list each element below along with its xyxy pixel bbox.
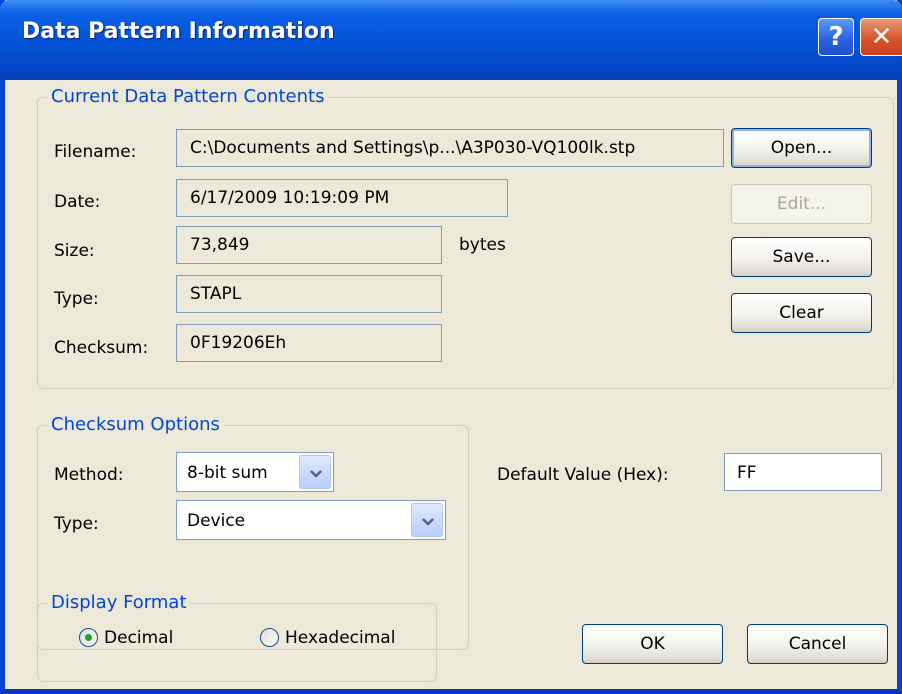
checksum-type-select[interactable]: Device xyxy=(176,500,446,540)
method-select[interactable]: 8-bit sum xyxy=(176,452,334,492)
dialog-window: Data Pattern Information ? ✕ Current Dat… xyxy=(0,0,902,694)
open-button[interactable]: Open... xyxy=(731,128,872,168)
size-label: Size: xyxy=(54,241,95,261)
checksum-options-legend: Checksum Options xyxy=(47,413,224,437)
type-label: Type: xyxy=(54,289,99,309)
decimal-radio-label[interactable]: Decimal xyxy=(104,628,173,648)
filename-field: C:\Documents and Settings\p...\A3P030-VQ… xyxy=(176,129,724,167)
method-dropdown-button[interactable] xyxy=(299,455,331,489)
checksum-field: 0F19206Eh xyxy=(176,324,442,362)
hexadecimal-radio[interactable] xyxy=(260,628,279,647)
method-value: 8-bit sum xyxy=(187,463,268,483)
checksum-label: Checksum: xyxy=(54,338,149,358)
radio-selected-dot xyxy=(85,634,92,641)
chevron-down-icon xyxy=(422,518,434,526)
edit-button[interactable]: Edit... xyxy=(731,184,872,224)
cancel-button[interactable]: Cancel xyxy=(747,624,888,664)
checksum-type-dropdown-button[interactable] xyxy=(411,503,443,537)
date-label: Date: xyxy=(54,192,101,212)
checksum-type-label: Type: xyxy=(54,514,99,534)
help-button[interactable]: ? xyxy=(818,18,854,56)
size-unit-label: bytes xyxy=(459,235,506,255)
size-field: 73,849 xyxy=(176,226,442,264)
chevron-down-icon xyxy=(310,470,322,478)
title-bar[interactable]: Data Pattern Information ? ✕ xyxy=(0,0,902,80)
default-value-input[interactable]: FF xyxy=(724,453,882,491)
save-button[interactable]: Save... xyxy=(731,237,872,277)
default-value-label: Default Value (Hex): xyxy=(497,465,669,485)
clear-button[interactable]: Clear xyxy=(731,293,872,333)
ok-button[interactable]: OK xyxy=(582,624,723,664)
current-contents-legend: Current Data Pattern Contents xyxy=(47,85,329,109)
display-format-legend: Display Format xyxy=(47,591,191,615)
filename-label: Filename: xyxy=(54,142,137,162)
checksum-type-value: Device xyxy=(187,511,246,531)
type-field: STAPL xyxy=(176,275,442,313)
hexadecimal-radio-label[interactable]: Hexadecimal xyxy=(285,628,395,648)
window-title: Data Pattern Information xyxy=(22,19,335,44)
dialog-content: Current Data Pattern Contents Filename: … xyxy=(5,80,897,689)
close-button[interactable]: ✕ xyxy=(860,18,902,56)
method-label: Method: xyxy=(54,465,124,485)
decimal-radio[interactable] xyxy=(79,628,98,647)
date-field: 6/17/2009 10:19:09 PM xyxy=(176,179,508,217)
